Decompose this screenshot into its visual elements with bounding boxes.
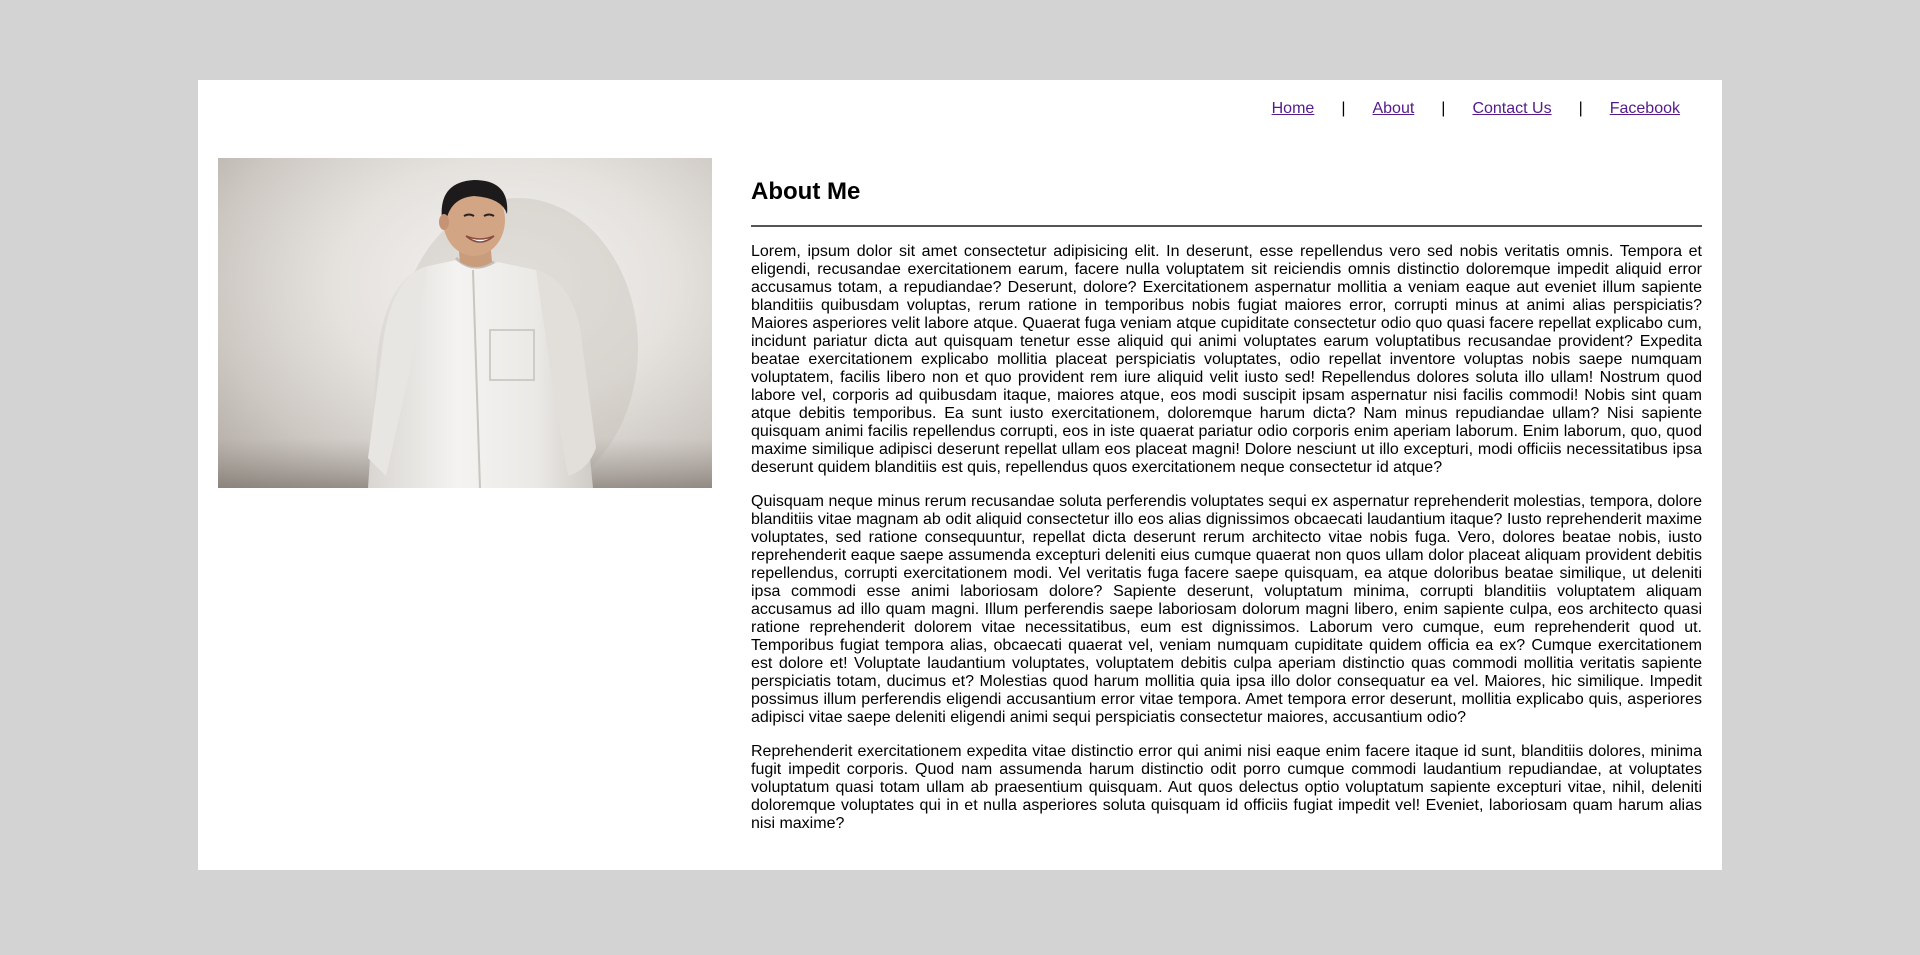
title-divider: [751, 225, 1702, 227]
nav-separator: |: [1341, 100, 1346, 117]
nav-link-facebook[interactable]: Facebook: [1610, 99, 1680, 119]
about-paragraph: Reprehenderit exercitationem expedita vi…: [751, 743, 1702, 832]
nav-separator: |: [1578, 100, 1583, 117]
nav-link-contact-us[interactable]: Contact Us: [1472, 99, 1551, 119]
page-card: Home | About | Contact Us | Facebook Abo…: [198, 80, 1722, 870]
nav-link-about[interactable]: About: [1372, 99, 1414, 119]
about-paragraph: Quisquam neque minus rerum recusandae so…: [751, 493, 1702, 726]
page-title: About Me: [751, 178, 861, 205]
about-section: About Me Lorem, ipsum dolor sit amet con…: [751, 178, 1702, 849]
about-paragraph: Lorem, ipsum dolor sit amet consectetur …: [751, 243, 1702, 476]
profile-photo: [218, 158, 712, 488]
top-nav: Home | About | Contact Us | Facebook: [1272, 99, 1680, 119]
nav-separator: |: [1441, 100, 1446, 117]
nav-link-home[interactable]: Home: [1272, 99, 1315, 119]
